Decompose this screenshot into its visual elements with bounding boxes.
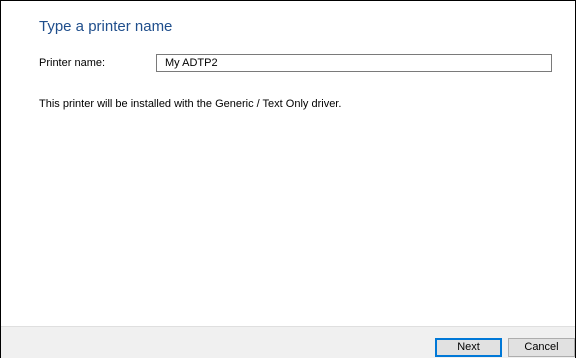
printer-name-input[interactable]	[156, 54, 552, 72]
printer-name-label: Printer name:	[39, 57, 106, 69]
driver-info-text: This printer will be installed with the …	[39, 98, 342, 110]
cancel-button[interactable]: Cancel	[508, 338, 575, 357]
page-title: Type a printer name	[39, 18, 173, 35]
add-printer-dialog: Type a printer name Printer name: This p…	[0, 0, 576, 358]
dialog-footer: Next Cancel	[1, 326, 575, 358]
next-button[interactable]: Next	[435, 338, 502, 357]
